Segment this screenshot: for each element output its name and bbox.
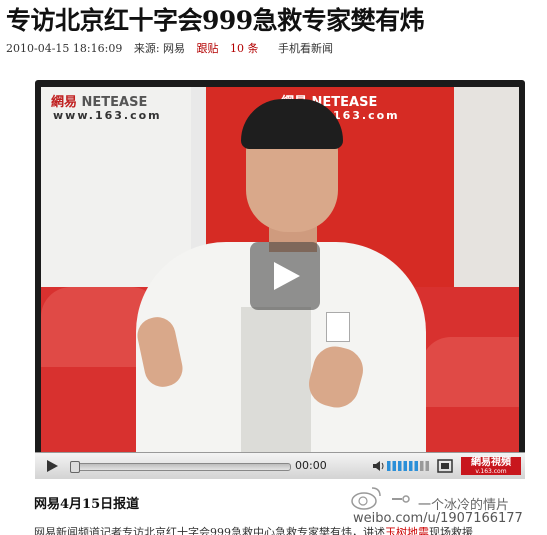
paragraph-text-end: 现场救援 — [429, 526, 473, 535]
backdrop-logo-left: 網易 NETEASE — [51, 91, 147, 110]
comment-suffix: 条 — [247, 42, 259, 55]
video-frame[interactable]: 網易 NETEASE www.163.com 網易 NETEASE www.16… — [41, 87, 519, 455]
seek-handle[interactable] — [70, 461, 80, 473]
control-play-icon[interactable] — [45, 459, 59, 473]
speaker-icon[interactable] — [373, 460, 385, 472]
mobile-news-link[interactable]: 手机看新闻 — [278, 42, 333, 55]
backdrop-url-left: www.163.com — [53, 109, 162, 122]
fullscreen-icon[interactable] — [437, 459, 453, 473]
article-headline: 专访北京红十字会999急救专家樊有炜 — [6, 6, 425, 35]
sofa-cushion-right — [421, 337, 519, 407]
name-badge — [326, 312, 350, 342]
article-date: 2010-04-15 18:16:09 — [6, 42, 123, 55]
big-play-button[interactable] — [250, 242, 320, 310]
article-meta: 2010-04-15 18:16:09 来源: 网易 跟贴 10 条 手机看新闻 — [6, 41, 341, 57]
volume-bar — [409, 461, 413, 471]
volume-slider[interactable] — [387, 460, 433, 472]
brand-sub: v.163.com — [475, 468, 507, 475]
play-icon — [274, 262, 300, 290]
netease-video-logo[interactable]: 網易視頻 v.163.com — [461, 457, 521, 475]
paragraph-text: 网易新闻频道记者专访北京红十字会999急救中心急救专家樊有炜，讲述 — [34, 526, 385, 535]
playback-time: 00:00 — [295, 459, 327, 472]
comment-prefix: 跟贴 — [196, 42, 219, 55]
article-source: 来源: 网易 — [133, 42, 186, 55]
volume-bar — [420, 461, 424, 471]
paragraph-link[interactable]: 玉树地震 — [385, 526, 429, 535]
volume-bar — [387, 461, 391, 471]
seek-bar[interactable] — [70, 461, 291, 473]
backdrop-logo-en: NETEASE — [81, 95, 148, 110]
volume-bar — [414, 461, 418, 471]
volume-bar — [392, 461, 396, 471]
brand-text: 網易視頻 — [471, 457, 511, 468]
backdrop-logo-cn: 網易 — [51, 95, 78, 110]
player-controls: 00:00 網易視頻 v.163.com — [35, 452, 525, 479]
comment-link[interactable]: 跟贴 10 条 — [197, 42, 267, 55]
report-dateline: 网易4月15日报道 — [34, 497, 140, 512]
weibo-watermark-icon — [351, 487, 410, 510]
volume-bar — [403, 461, 407, 471]
doctor-coat-fold — [241, 307, 311, 455]
volume-bar — [398, 461, 402, 471]
video-player[interactable]: 網易 NETEASE www.163.com 網易 NETEASE www.16… — [35, 80, 525, 479]
volume-bar — [425, 461, 429, 471]
comment-count: 10 — [230, 42, 245, 55]
article-paragraph: 网易新闻频道记者专访北京红十字会999急救中心急救专家樊有炜，讲述玉树地震现场救… — [34, 526, 544, 535]
watermark-url: weibo.com/u/1907166177 — [353, 511, 523, 526]
